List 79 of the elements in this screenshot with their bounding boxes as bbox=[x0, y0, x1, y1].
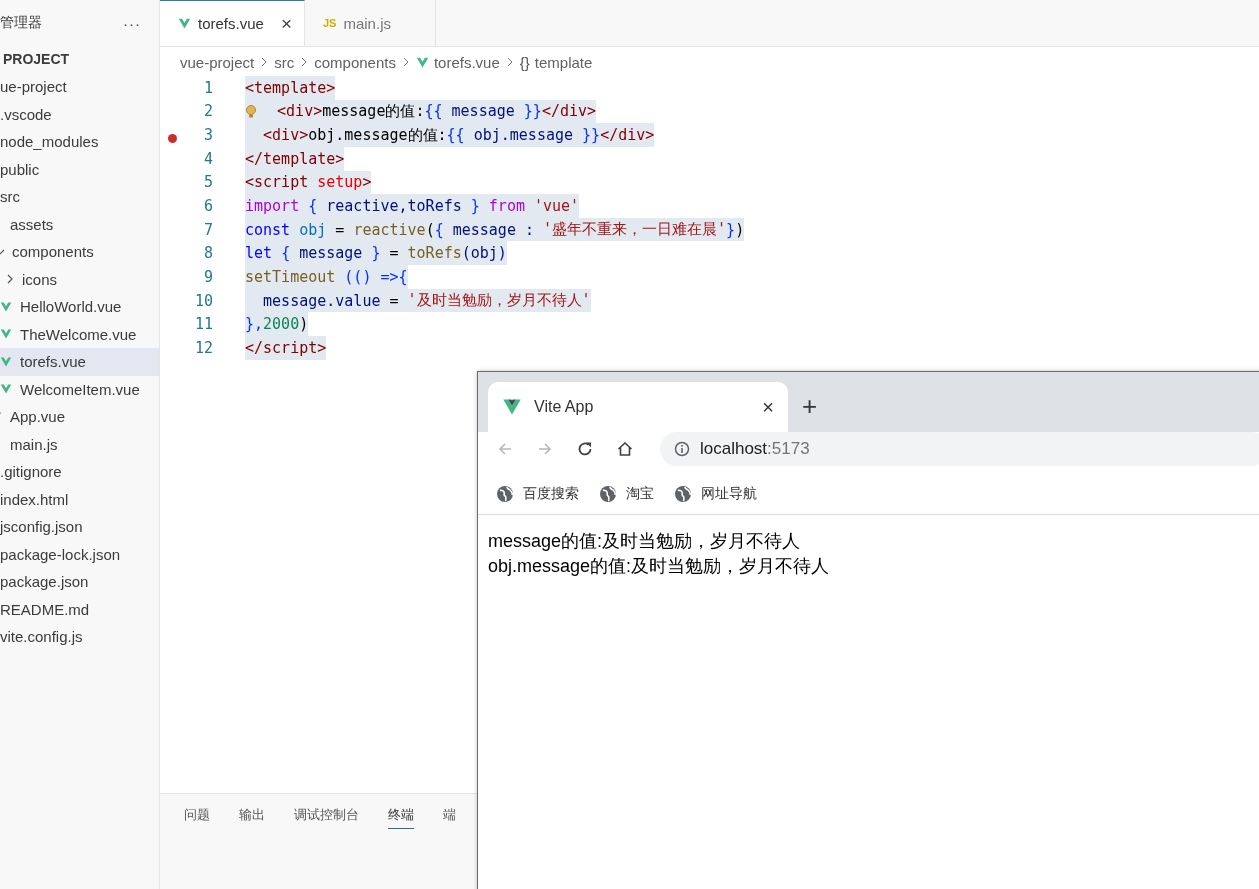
chevron-icon bbox=[300, 57, 309, 67]
tree-item[interactable]: README.md bbox=[0, 595, 159, 623]
more-actions-button[interactable]: ··· bbox=[123, 14, 141, 32]
line-number: 10 bbox=[193, 291, 213, 310]
breadcrumb-item[interactable]: vue-project bbox=[180, 53, 255, 71]
bookmark-link[interactable]: 网址导航 bbox=[674, 485, 757, 503]
panel-tab[interactable]: 输出 bbox=[239, 806, 265, 829]
tree-item[interactable]: src bbox=[0, 183, 159, 211]
bookmark-link[interactable]: 淘宝 bbox=[599, 485, 654, 503]
panel-tab[interactable]: 终端 bbox=[388, 806, 414, 829]
line-number: 6 bbox=[202, 197, 213, 215]
tab-label: main.js bbox=[343, 14, 391, 32]
breadcrumb-item[interactable]: src bbox=[274, 53, 295, 71]
tree-item[interactable]: vite.config.js bbox=[0, 623, 159, 651]
tree-item[interactable]: public bbox=[0, 155, 159, 183]
close-tab-button[interactable]: × bbox=[762, 395, 774, 419]
tree-item[interactable]: index.html bbox=[0, 485, 159, 513]
page-text: message的值:及时当勉励，岁月不待人 bbox=[488, 530, 802, 553]
editor-tab[interactable]: torefs.vue × bbox=[160, 0, 305, 46]
panel-tab[interactable]: 问题 bbox=[184, 806, 210, 829]
breadcrumb-item[interactable]: torefs.vue bbox=[415, 53, 500, 71]
globe-icon bbox=[496, 485, 514, 503]
tree-item[interactable]: assets bbox=[0, 210, 159, 238]
line-number: 9 bbox=[202, 267, 213, 286]
v-logo-icon bbox=[0, 300, 12, 313]
address-bar[interactable]: localhost:5173 bbox=[660, 432, 1259, 466]
home-icon[interactable] bbox=[616, 440, 634, 458]
reload-icon[interactable] bbox=[576, 440, 594, 458]
browser-tab[interactable]: Vite App × bbox=[488, 382, 788, 432]
breakpoint-dot[interactable] bbox=[168, 134, 177, 144]
chevron-icon bbox=[505, 57, 514, 67]
tree-item[interactable]: jsconfig.json bbox=[0, 513, 159, 541]
js-file-icon: JS bbox=[323, 17, 337, 29]
line-number: 11 bbox=[193, 315, 213, 334]
line-number: 8 bbox=[202, 244, 213, 263]
v-logo-icon bbox=[502, 397, 522, 417]
bookmark-link[interactable]: 百度搜索 bbox=[496, 485, 579, 503]
tree-item[interactable]: node_modules bbox=[0, 128, 159, 156]
braces-icon: {} bbox=[519, 53, 530, 71]
tree-item[interactable]: main.js bbox=[0, 430, 159, 458]
chevron-icon bbox=[401, 57, 410, 67]
tree-item[interactable]: .gitignore bbox=[0, 458, 159, 486]
tree-item[interactable]: WelcomeItem.vue bbox=[0, 375, 159, 403]
tree-item[interactable]: icons bbox=[0, 265, 159, 293]
line-number: 4 bbox=[202, 149, 213, 168]
v-logo-icon bbox=[0, 355, 12, 368]
line-number: 12 bbox=[193, 338, 213, 357]
tree-item[interactable]: App.vue bbox=[0, 403, 159, 431]
section-header[interactable]: PROJECT bbox=[0, 46, 159, 73]
new-tab-button[interactable]: + bbox=[802, 388, 818, 424]
tree-item[interactable]: package.json bbox=[0, 568, 159, 596]
line-number: 3 bbox=[202, 126, 213, 145]
tab-label: torefs.vue bbox=[198, 15, 264, 32]
breadcrumb-item[interactable]: components bbox=[314, 53, 396, 71]
info-icon bbox=[674, 441, 690, 457]
panel-title: 管理器 bbox=[0, 14, 42, 32]
tree-item[interactable]: torefs.vue bbox=[0, 348, 159, 376]
tree-item[interactable]: components bbox=[0, 238, 159, 266]
line-number: 2 bbox=[202, 102, 213, 121]
tree-item[interactable]: HelloWorld.vue bbox=[0, 293, 159, 321]
panel-tab[interactable]: 调试控制台 bbox=[294, 806, 359, 829]
globe-icon bbox=[674, 485, 692, 503]
line-number: 5 bbox=[202, 173, 213, 192]
v-logo-icon bbox=[415, 55, 429, 69]
lightbulb-icon[interactable] bbox=[245, 104, 257, 119]
globe-icon bbox=[599, 485, 617, 503]
tree-item[interactable]: .vscode bbox=[0, 100, 159, 128]
chevron-icon bbox=[260, 57, 269, 67]
v-logo-icon bbox=[0, 328, 12, 341]
panel-tab[interactable]: 端 bbox=[443, 806, 456, 829]
tree-item[interactable]: TheWelcome.vue bbox=[0, 320, 159, 348]
tree-item[interactable]: ue-project bbox=[0, 73, 159, 101]
page-text: obj.message的值:及时当勉励，岁月不待人 bbox=[488, 555, 831, 578]
breadcrumb-item[interactable]: {} template bbox=[519, 53, 593, 71]
v-logo-icon bbox=[178, 17, 191, 30]
v-logo-icon bbox=[0, 383, 12, 396]
tree-item[interactable]: package-lock.json bbox=[0, 540, 159, 568]
line-number: 7 bbox=[202, 220, 213, 239]
line-number: 1 bbox=[202, 78, 213, 97]
